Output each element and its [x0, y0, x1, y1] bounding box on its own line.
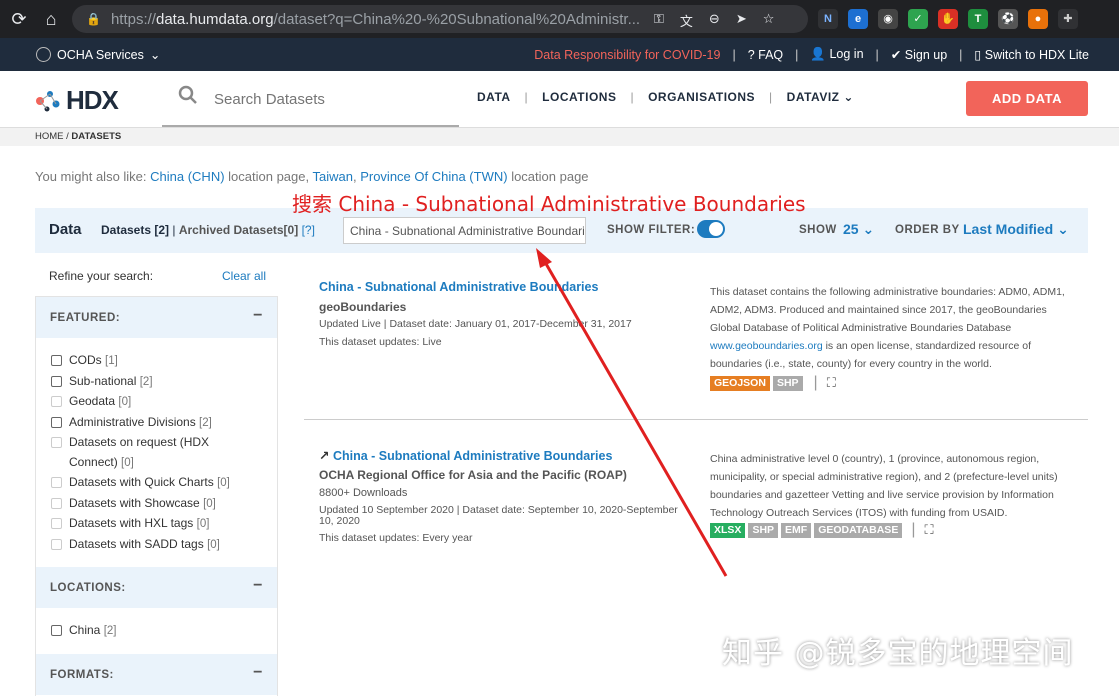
watermark: 知乎 @锐多宝的地理空间 — [722, 636, 1074, 671]
annotation-arrow — [536, 248, 728, 577]
